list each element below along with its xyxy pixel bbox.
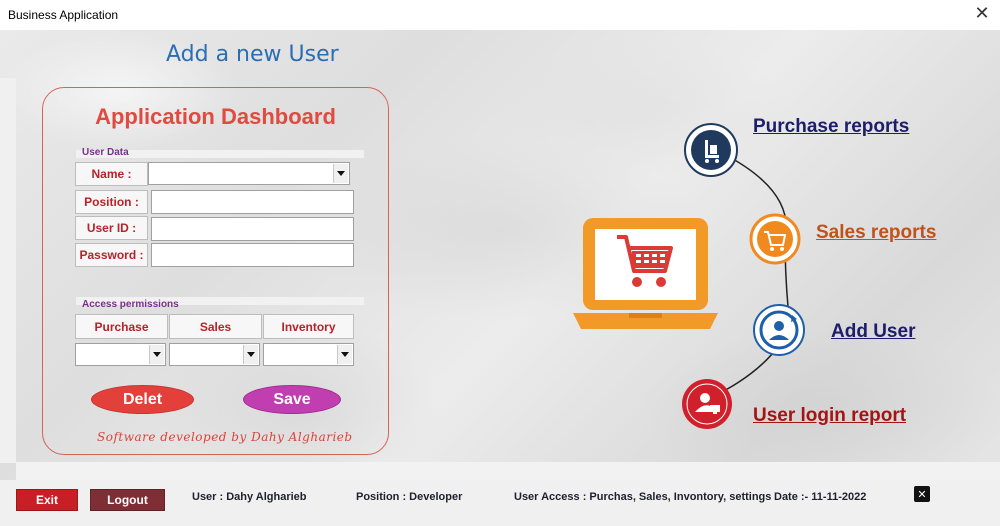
add-user-link[interactable]: Add User [831,321,915,343]
footer-access: User Access : Purchas, Sales, Invontory,… [514,491,772,503]
bottom-strip [16,462,1000,480]
position-label: Position : [75,190,148,214]
position-input[interactable] [151,190,354,214]
userid-label: User ID : [75,216,148,240]
exit-button[interactable]: Exit [16,489,78,511]
password-input[interactable] [151,243,354,267]
user-login-report-link[interactable]: User login report [753,405,906,427]
user-refresh-icon[interactable] [752,303,806,357]
permissions-label: Access permissions [82,299,179,310]
title-bar: Business Application ✕ [0,0,1000,30]
inventory-header: Inventory [263,314,354,339]
footer-user: User : Dahy Algharieb [192,491,307,503]
laptop-cart-icon [573,218,718,329]
window-title: Business Application [8,8,119,22]
userid-input[interactable] [151,217,354,241]
footer-position: Position : Developer [356,491,463,503]
save-button[interactable]: Save [243,385,341,414]
footer-date: Date :- 11-11-2022 [774,491,867,503]
page-heading: Add a new User [166,42,339,67]
sales-reports-link[interactable]: Sales reports [816,222,936,244]
window-close-icon[interactable]: ✕ [972,4,992,24]
dashboard-title: Application Dashboard [95,104,336,129]
name-label: Name : [75,162,148,186]
chevron-down-icon[interactable] [333,164,348,183]
developer-credit: Software developed by Dahy Algharieb [97,430,353,444]
chevron-down-icon[interactable] [149,345,164,364]
left-strip [0,78,16,463]
chevron-down-icon[interactable] [337,345,352,364]
purchase-header: Purchase [75,314,168,339]
purchase-combobox[interactable] [75,343,166,366]
inventory-combobox[interactable] [263,343,354,366]
cart-icon[interactable] [749,213,801,265]
password-label: Password : [75,243,148,267]
sales-combobox[interactable] [169,343,260,366]
user-computer-icon[interactable] [680,377,734,431]
connector-arc [707,151,791,400]
hand-truck-icon[interactable] [683,122,739,178]
sales-header: Sales [169,314,262,339]
chevron-down-icon[interactable] [243,345,258,364]
name-combobox[interactable] [148,162,350,185]
purchase-reports-link[interactable]: Purchase reports [753,116,909,138]
user-data-label: User Data [82,147,129,158]
logout-button[interactable]: Logout [90,489,165,511]
footer-close-icon[interactable]: ✕ [914,486,930,502]
delete-button[interactable]: Delet [91,385,194,414]
